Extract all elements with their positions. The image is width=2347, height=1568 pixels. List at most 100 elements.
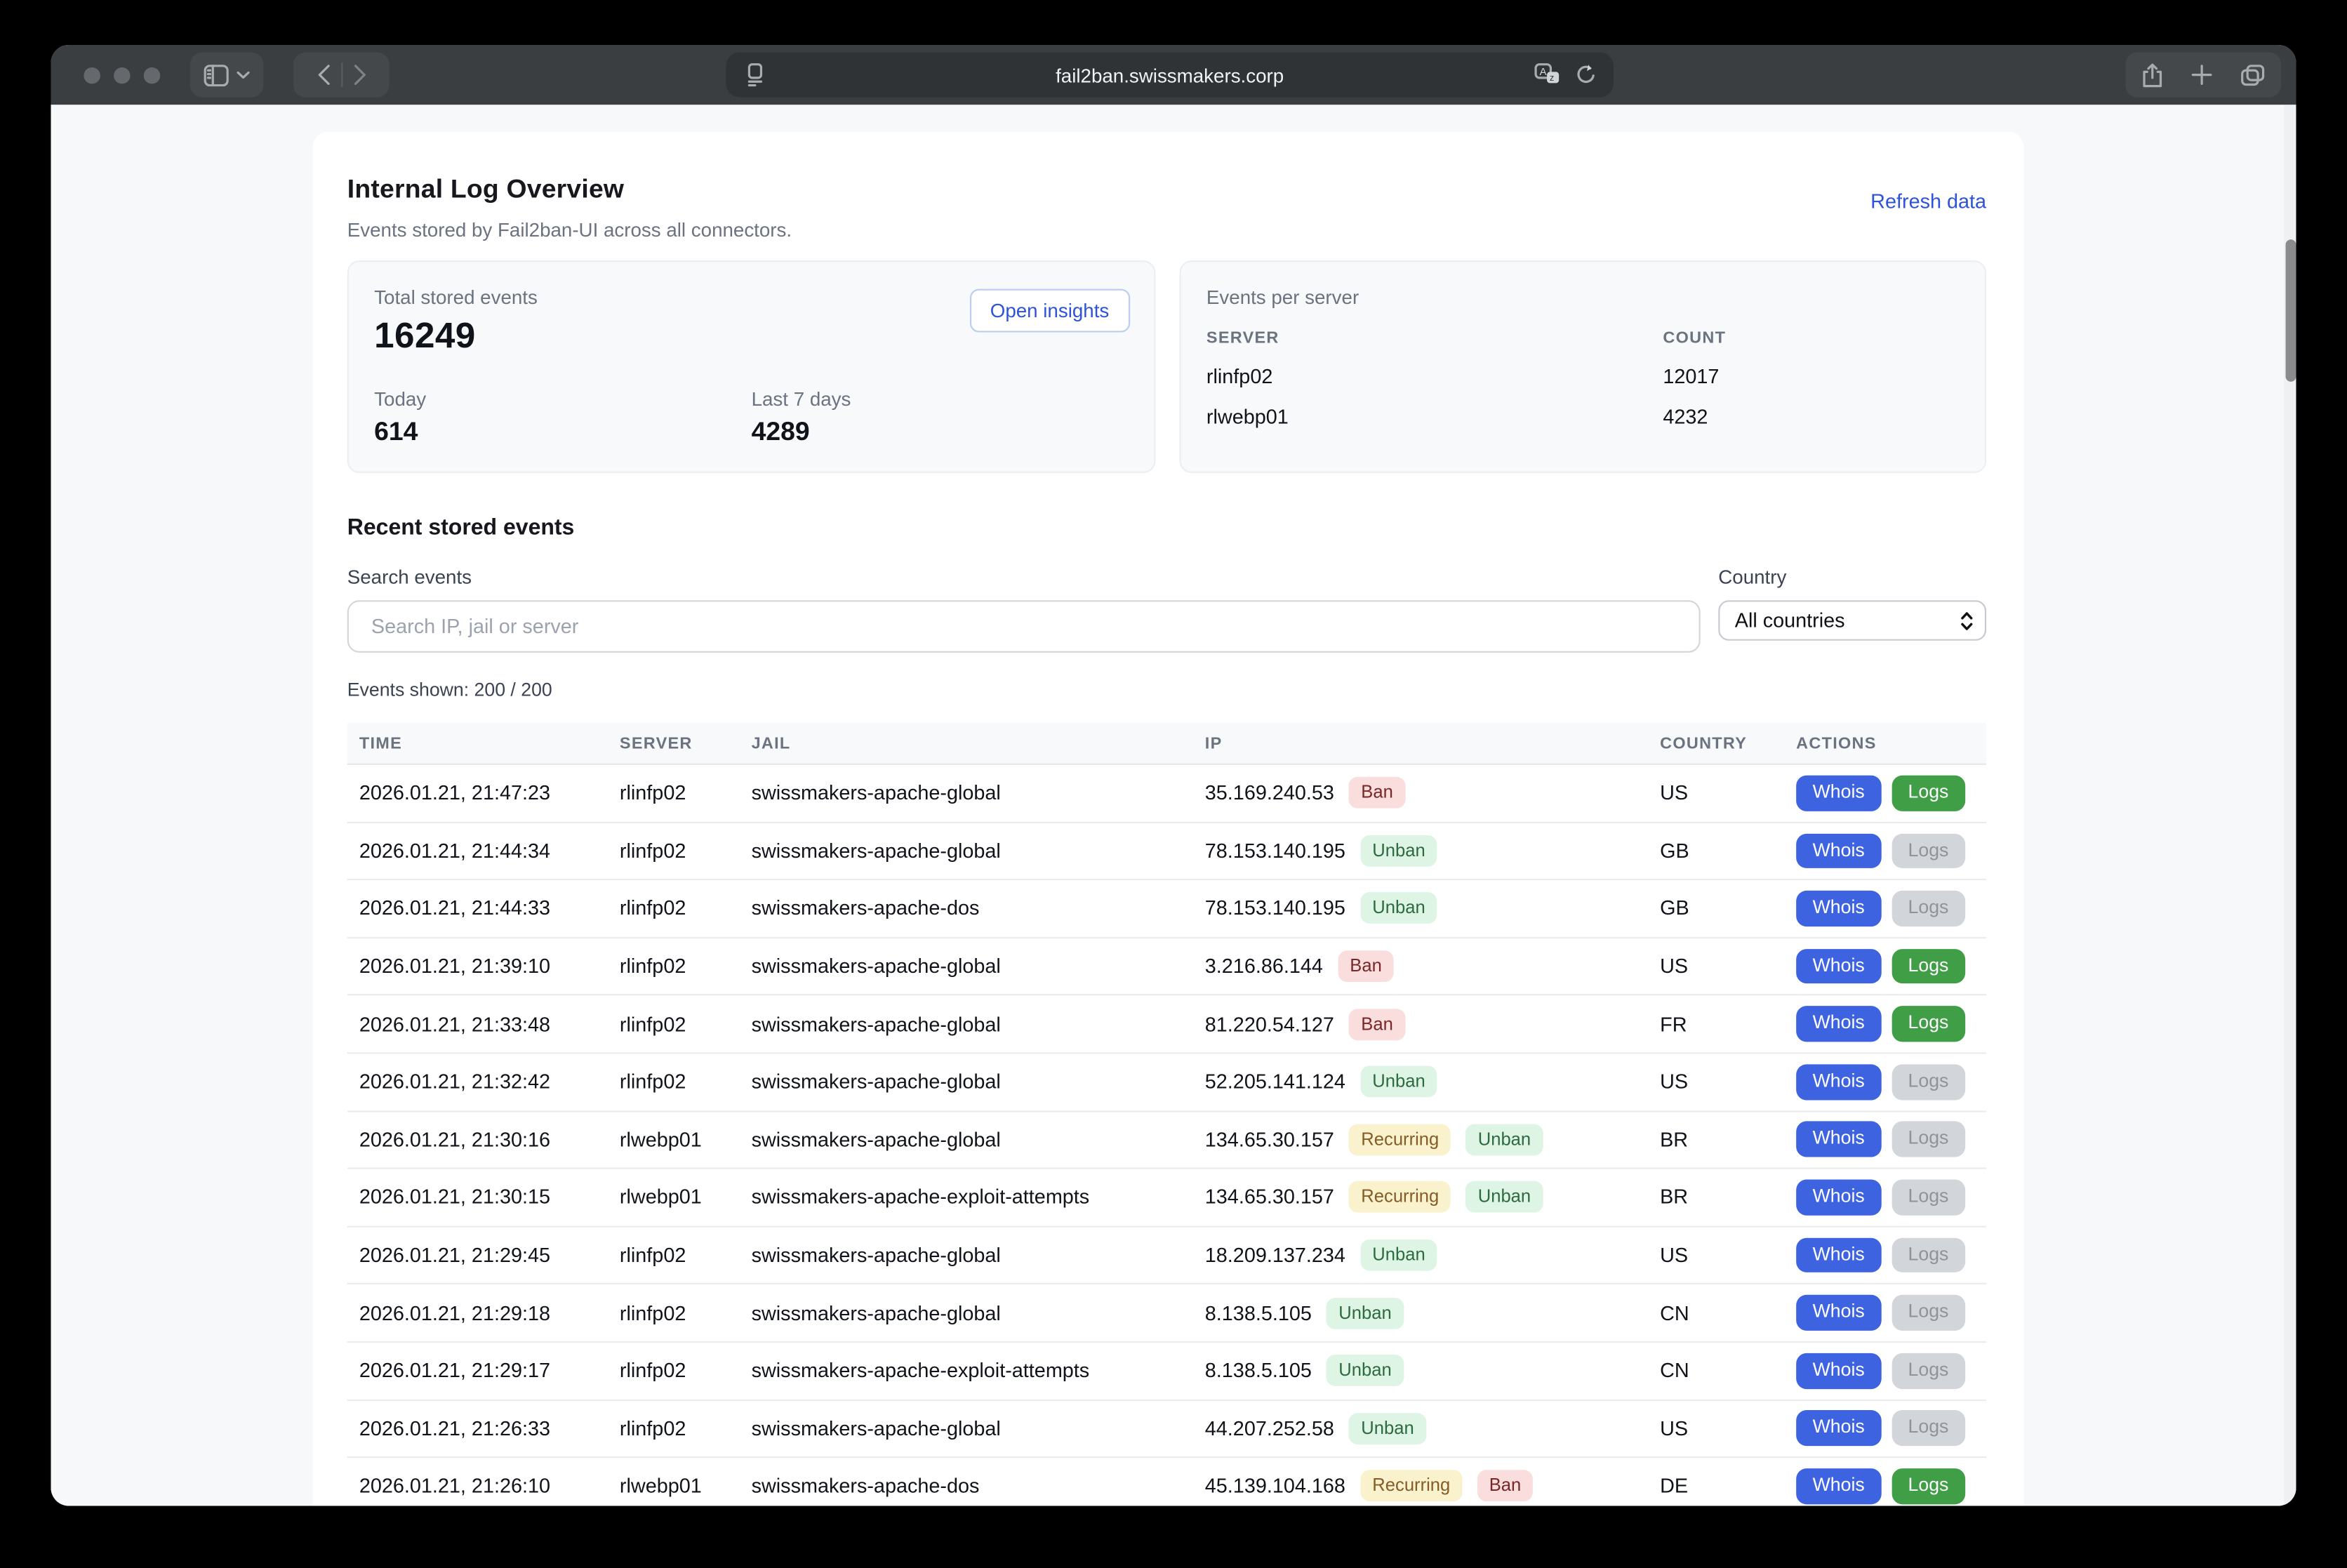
badge-unban: Unban: [1360, 893, 1437, 924]
event-badges: Recurring Unban: [1334, 1124, 1543, 1155]
event-ip-cell: 134.65.30.157 Recurring Unban: [1193, 1124, 1648, 1155]
logs-button[interactable]: Logs: [1891, 1295, 1965, 1331]
event-badges: Unban: [1312, 1297, 1404, 1329]
whois-button[interactable]: Whois: [1796, 1237, 1881, 1273]
event-jail: swissmakers-apache-global: [740, 1013, 1193, 1035]
badge-recurring: Recurring: [1360, 1470, 1462, 1502]
badge-unban: Unban: [1349, 1413, 1426, 1444]
main-content-card: Internal Log Overview Events stored by F…: [313, 132, 2024, 1506]
event-country: BR: [1648, 1129, 1784, 1151]
event-server: rlinfp02: [608, 1360, 740, 1382]
logs-button[interactable]: Logs: [1891, 1122, 1965, 1157]
event-actions: Whois Logs: [1784, 1006, 1986, 1042]
logs-button[interactable]: Logs: [1891, 1180, 1965, 1216]
today-value: 614: [374, 416, 751, 448]
whois-button[interactable]: Whois: [1796, 1180, 1881, 1216]
event-country: CN: [1648, 1302, 1784, 1324]
event-jail: swissmakers-apache-global: [740, 1302, 1193, 1324]
translate-icon[interactable]: A z: [1534, 63, 1561, 87]
badge-ban: Ban: [1338, 950, 1394, 982]
logs-button[interactable]: Logs: [1891, 1468, 1965, 1504]
total-events-card: Total stored events 16249 Open insights …: [347, 260, 1156, 473]
whois-button[interactable]: Whois: [1796, 1468, 1881, 1504]
event-badges: Unban: [1334, 1413, 1426, 1444]
logs-button[interactable]: Logs: [1891, 776, 1965, 811]
today-label: Today: [374, 387, 751, 410]
event-row: 2026.01.21, 21:30:16 rlwebp01 swissmaker…: [347, 1112, 1986, 1169]
logs-button[interactable]: Logs: [1891, 948, 1965, 984]
logs-button[interactable]: Logs: [1891, 891, 1965, 926]
badge-unban: Unban: [1360, 1066, 1437, 1098]
badge-unban: Unban: [1466, 1124, 1543, 1155]
close-window-button[interactable]: [84, 67, 100, 83]
minimize-window-button[interactable]: [114, 67, 130, 83]
badge-unban: Unban: [1466, 1182, 1543, 1214]
whois-button[interactable]: Whois: [1796, 1006, 1881, 1042]
event-ip-cell: 35.169.240.53 Ban: [1193, 777, 1648, 809]
event-badges: Recurring Ban: [1345, 1470, 1533, 1502]
last7-label: Last 7 days: [752, 387, 1129, 410]
whois-button[interactable]: Whois: [1796, 1411, 1881, 1447]
logs-button[interactable]: Logs: [1891, 1006, 1965, 1042]
event-ip-cell: 52.205.141.124 Unban: [1193, 1066, 1648, 1098]
event-time: 2026.01.21, 21:44:34: [347, 839, 608, 862]
forward-icon[interactable]: [352, 65, 366, 86]
event-row: 2026.01.21, 21:39:10 rlinfp02 swissmaker…: [347, 938, 1986, 996]
logs-button[interactable]: Logs: [1891, 1064, 1965, 1100]
new-tab-icon[interactable]: [2191, 65, 2212, 86]
events-table-header: TIME SERVER JAIL IP COUNTRY ACTIONS: [347, 723, 1986, 765]
open-insights-button[interactable]: Open insights: [969, 289, 1130, 333]
sidebar-toggle[interactable]: [190, 53, 263, 98]
scrollbar-track[interactable]: [2284, 105, 2296, 1506]
event-row: 2026.01.21, 21:47:23 rlinfp02 swissmaker…: [347, 765, 1986, 823]
back-icon[interactable]: [317, 65, 330, 86]
reload-icon[interactable]: [1575, 63, 1597, 87]
event-time: 2026.01.21, 21:30:15: [347, 1186, 608, 1209]
event-country: DE: [1648, 1475, 1784, 1498]
badge-ban: Ban: [1349, 1009, 1405, 1040]
window-controls[interactable]: [84, 67, 160, 83]
whois-button[interactable]: Whois: [1796, 1122, 1881, 1157]
events-per-server-title: Events per server: [1206, 286, 1960, 308]
event-jail: swissmakers-apache-exploit-attempts: [740, 1186, 1193, 1209]
events-shown-text: Events shown: 200 / 200: [347, 679, 1986, 700]
logs-button[interactable]: Logs: [1891, 833, 1965, 869]
svg-text:z: z: [1550, 72, 1554, 83]
logs-button[interactable]: Logs: [1891, 1411, 1965, 1447]
column-header-ip: IP: [1193, 734, 1648, 752]
whois-button[interactable]: Whois: [1796, 891, 1881, 926]
event-ip-cell: 134.65.30.157 RecurringUnban: [1193, 1182, 1648, 1214]
event-ip: 134.65.30.157: [1205, 1129, 1334, 1151]
scrollbar-thumb[interactable]: [2285, 239, 2295, 382]
search-input[interactable]: [347, 600, 1701, 653]
event-actions: Whois Logs: [1784, 891, 1986, 926]
whois-button[interactable]: Whois: [1796, 1295, 1881, 1331]
whois-button[interactable]: Whois: [1796, 776, 1881, 811]
country-select[interactable]: All countries: [1718, 600, 1986, 641]
badge-recurring: Recurring: [1349, 1124, 1451, 1155]
events-table-body: 2026.01.21, 21:47:23 rlinfp02 swissmaker…: [347, 765, 1986, 1506]
events-table: TIME SERVER JAIL IP COUNTRY ACTIONS 2026…: [347, 723, 1986, 1506]
whois-button[interactable]: Whois: [1796, 948, 1881, 984]
refresh-data-link[interactable]: Refresh data: [1870, 190, 1986, 213]
event-row: 2026.01.21, 21:29:45 rlinfp02 swissmaker…: [347, 1227, 1986, 1284]
tab-overview-icon[interactable]: [2241, 64, 2265, 86]
zoom-window-button[interactable]: [144, 67, 160, 83]
per-server-row: rlinfp02 12017: [1206, 365, 1960, 387]
logs-button[interactable]: Logs: [1891, 1237, 1965, 1273]
badge-unban: Unban: [1360, 1240, 1437, 1271]
logs-button[interactable]: Logs: [1891, 1353, 1965, 1389]
event-row: 2026.01.21, 21:29:17 rlinfp02 swissmaker…: [347, 1343, 1986, 1400]
country-label: Country: [1718, 566, 1986, 588]
stats-row: Total stored events 16249 Open insights …: [347, 260, 1986, 473]
server-count: 12017: [1663, 365, 1719, 387]
whois-button[interactable]: Whois: [1796, 1064, 1881, 1100]
badge-ban: Ban: [1477, 1470, 1534, 1502]
whois-button[interactable]: Whois: [1796, 833, 1881, 869]
address-bar[interactable]: fail2ban.swissmakers.corp A z: [726, 53, 1614, 98]
whois-button[interactable]: Whois: [1796, 1353, 1881, 1389]
share-icon[interactable]: [2142, 62, 2163, 88]
toolbar-right-buttons: [2125, 53, 2281, 98]
browser-window: fail2ban.swissmakers.corp A z: [51, 45, 2296, 1506]
country-select-value: All countries: [1735, 609, 1845, 632]
